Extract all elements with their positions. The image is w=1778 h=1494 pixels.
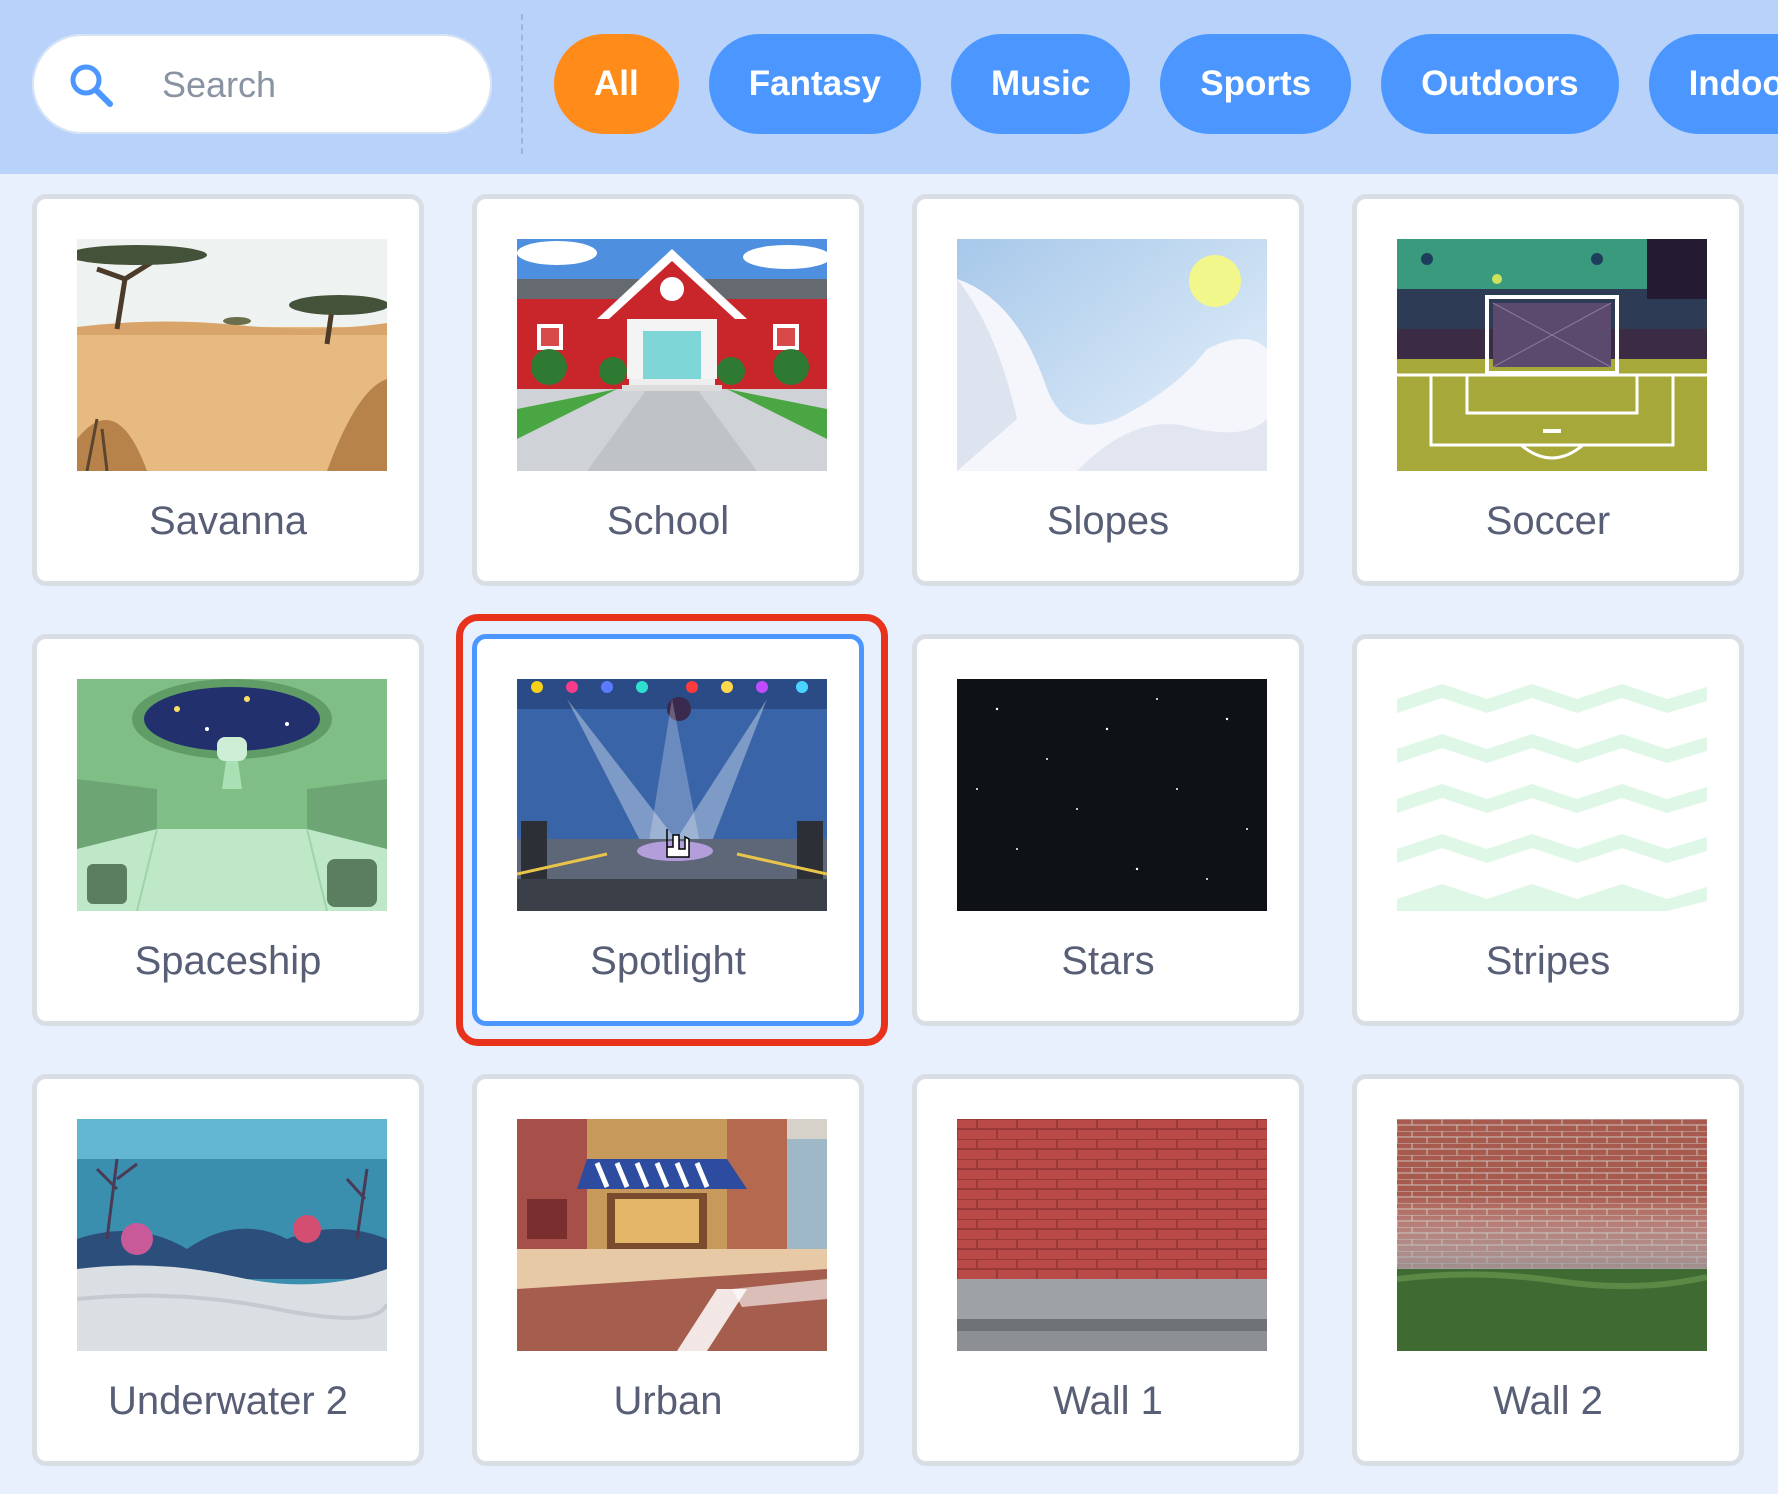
tab-all[interactable]: All bbox=[554, 34, 679, 134]
backdrop-card-savanna[interactable]: Savanna bbox=[32, 194, 424, 586]
slopes-thumbnail bbox=[957, 239, 1267, 471]
backdrop-card-stars[interactable]: Stars bbox=[912, 634, 1304, 1026]
school-thumbnail bbox=[517, 239, 827, 471]
wall-1-thumbnail bbox=[957, 1119, 1267, 1351]
header-divider bbox=[521, 14, 523, 154]
backdrop-card-underwater-2[interactable]: Underwater 2 bbox=[32, 1074, 424, 1466]
search-box[interactable] bbox=[32, 34, 492, 134]
backdrop-label: Savanna bbox=[149, 499, 307, 543]
backdrop-label: Soccer bbox=[1485, 499, 1611, 543]
category-header: All Fantasy Music Sports Outdoors Indoors bbox=[0, 0, 1778, 174]
tab-fantasy[interactable]: Fantasy bbox=[708, 34, 922, 134]
backdrop-card-soccer[interactable]: Soccer bbox=[1352, 194, 1744, 586]
spotlight-thumbnail bbox=[517, 679, 827, 911]
backdrop-label: Wall 2 bbox=[1493, 1379, 1603, 1423]
backdrop-card-urban[interactable]: Urban bbox=[472, 1074, 864, 1466]
spaceship-thumbnail bbox=[77, 679, 387, 911]
tab-music[interactable]: Music bbox=[951, 34, 1131, 134]
savanna-thumbnail bbox=[77, 239, 387, 471]
backdrop-card-wall-1[interactable]: Wall 1 bbox=[912, 1074, 1304, 1466]
backdrop-label: Wall 1 bbox=[1053, 1379, 1163, 1423]
backdrop-card-school[interactable]: School bbox=[472, 194, 864, 586]
backdrop-label: School bbox=[606, 499, 730, 543]
wall-2-thumbnail bbox=[1397, 1119, 1707, 1351]
search-icon bbox=[70, 64, 113, 107]
backdrop-label: Underwater 2 bbox=[107, 1379, 349, 1423]
tab-outdoors[interactable]: Outdoors bbox=[1381, 34, 1619, 134]
backdrop-label: Slopes bbox=[1046, 499, 1170, 543]
backdrop-label: Urban bbox=[613, 1379, 723, 1423]
underwater-2-thumbnail bbox=[77, 1119, 387, 1351]
tab-indoors[interactable]: Indoors bbox=[1648, 34, 1778, 134]
stars-thumbnail bbox=[957, 679, 1267, 911]
backdrop-card-slopes[interactable]: Slopes bbox=[912, 194, 1304, 586]
stripes-thumbnail bbox=[1397, 679, 1707, 911]
tab-sports[interactable]: Sports bbox=[1160, 34, 1352, 134]
backdrop-grid: Savanna School Slopes Soccer Spaceship S… bbox=[0, 174, 1778, 1494]
backdrop-card-spaceship[interactable]: Spaceship bbox=[32, 634, 424, 1026]
backdrop-label: Stars bbox=[1061, 939, 1155, 983]
category-tabs: All Fantasy Music Sports Outdoors Indoors bbox=[554, 34, 1778, 134]
urban-thumbnail bbox=[517, 1119, 827, 1351]
backdrop-card-wall-2[interactable]: Wall 2 bbox=[1352, 1074, 1744, 1466]
search-input[interactable] bbox=[160, 58, 464, 112]
backdrop-card-spotlight[interactable]: Spotlight bbox=[472, 634, 864, 1026]
backdrop-label: Spaceship bbox=[134, 939, 322, 983]
backdrop-label: Spotlight bbox=[590, 939, 746, 983]
soccer-thumbnail bbox=[1397, 239, 1707, 471]
backdrop-label: Stripes bbox=[1485, 939, 1611, 983]
backdrop-card-stripes[interactable]: Stripes bbox=[1352, 634, 1744, 1026]
